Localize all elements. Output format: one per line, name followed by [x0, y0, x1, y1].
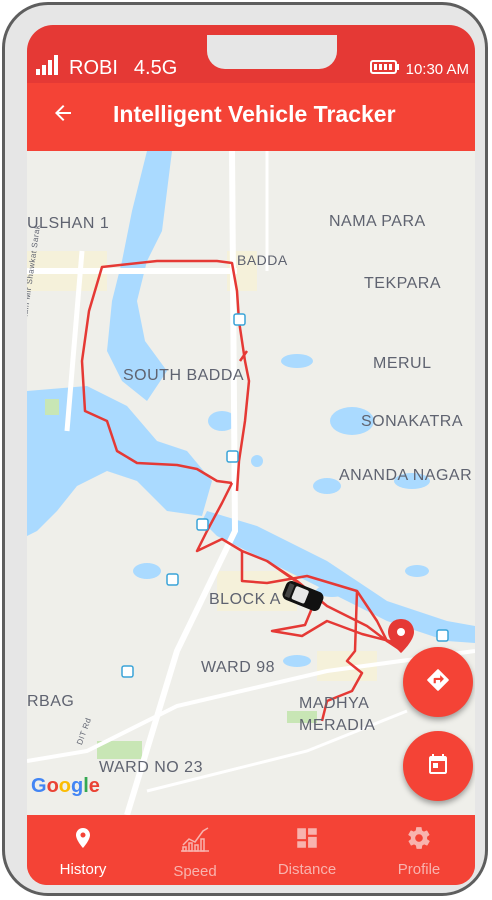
nav-item-profile[interactable]: Profile [363, 815, 475, 885]
screen: ROBI 4.5G 10:30 AM Intelligent Vehicle T… [27, 25, 475, 885]
nav-item-speed[interactable]: Speed [139, 815, 251, 885]
calendar-button[interactable] [403, 731, 473, 801]
map-label-rbag: RBAG [27, 693, 75, 710]
location-pin-icon [71, 825, 95, 855]
nav-label-speed: Speed [173, 863, 217, 880]
directions-button[interactable] [403, 647, 473, 717]
page-title: Intelligent Vehicle Tracker [113, 101, 396, 127]
map-label-nama-para: NAMA PARA [329, 213, 426, 230]
signal-icon [35, 55, 61, 81]
nav-label-distance: Distance [277, 861, 337, 878]
nav-item-distance[interactable]: Distance [251, 815, 363, 885]
map-label-madhya: MADHYA [299, 695, 370, 712]
nav-label-history: History [59, 861, 107, 878]
back-button[interactable] [45, 97, 81, 133]
nav-label-profile: Profile [397, 861, 441, 878]
map-label-meradia: MERADIA [299, 717, 376, 734]
clock: 10:30 AM [405, 60, 469, 78]
dashboard-icon [294, 825, 320, 855]
map-label-ward-98: WARD 98 [201, 659, 276, 676]
directions-icon [425, 667, 451, 698]
destination-pin [388, 619, 414, 653]
map-label-badda: BADDA [237, 252, 288, 268]
bottom-navigation: History Speed Distance Profile [27, 815, 475, 885]
nav-item-history[interactable]: History [27, 815, 139, 885]
map-label-ward-no-23: WARD NO 23 [99, 759, 203, 776]
map-view[interactable]: ULSHAN 1 NAMA PARA BADDA TEKPARA MERUL S… [27, 151, 475, 815]
map-label-south-badda: SOUTH BADDA [123, 367, 245, 384]
phone-frame: ROBI 4.5G 10:30 AM Intelligent Vehicle T… [2, 2, 488, 896]
google-logo: Google [31, 775, 100, 797]
map-label-merul: MERUL [373, 355, 432, 372]
chart-icon [179, 825, 211, 857]
battery-icon [369, 59, 400, 79]
gear-icon [406, 825, 432, 855]
map-label-block-a: BLOCK A [209, 591, 281, 608]
map-label-ananda-nagar: ANANDA NAGAR [339, 467, 473, 484]
map-label-tekpara: TEKPARA [364, 275, 441, 292]
calendar-icon [426, 752, 450, 781]
speaker [224, 29, 280, 34]
app-bar: Intelligent Vehicle Tracker [27, 83, 475, 151]
arrow-left-icon [51, 101, 75, 130]
network-type: 4.5G [133, 56, 178, 79]
status-bar: ROBI 4.5G 10:30 AM [27, 53, 475, 85]
map-label-sonakatra: SONAKATRA [361, 413, 463, 430]
carrier-name: ROBI [69, 56, 118, 79]
